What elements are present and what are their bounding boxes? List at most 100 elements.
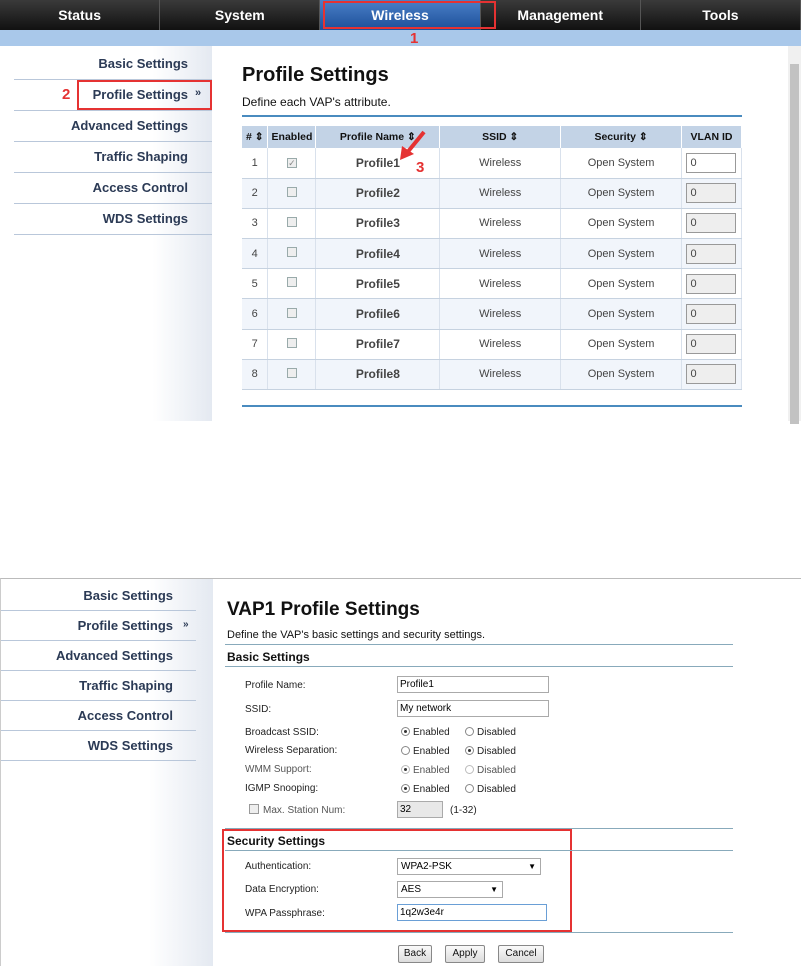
cancel-button[interactable]: Cancel bbox=[498, 945, 544, 963]
divider bbox=[242, 115, 742, 117]
table-row: 7 Profile7 Wireless Open System 0 bbox=[242, 329, 743, 360]
wpa-passphrase-input[interactable]: 1q2w3e4r bbox=[397, 904, 547, 921]
wireless-separation-enabled-radio[interactable]: Enabled bbox=[401, 746, 450, 757]
vlan-id-input[interactable]: 0 bbox=[686, 183, 737, 204]
column-header-number[interactable]: # ⇕ bbox=[242, 126, 269, 148]
security-settings-title: Security Settings bbox=[227, 834, 326, 848]
max-station-checkbox[interactable] bbox=[249, 804, 259, 814]
profile-name-link[interactable]: Profile6 bbox=[315, 298, 441, 330]
row-number: 8 bbox=[242, 359, 269, 391]
divider bbox=[1, 640, 196, 641]
back-button[interactable]: Back bbox=[398, 945, 432, 963]
enabled-checkbox[interactable] bbox=[267, 329, 317, 360]
profile-name-link[interactable]: Profile2 bbox=[315, 178, 441, 209]
profile-name-link[interactable]: Profile4 bbox=[315, 238, 441, 270]
vlan-id-input[interactable]: 0 bbox=[686, 152, 737, 173]
security-cell: Open System bbox=[560, 359, 682, 391]
vlan-id-input[interactable]: 0 bbox=[686, 243, 737, 264]
igmp-disabled-radio[interactable]: Disabled bbox=[465, 784, 516, 795]
igmp-enabled-radio[interactable]: Enabled bbox=[401, 784, 450, 795]
security-cell: Open System bbox=[560, 268, 682, 300]
profile-settings-screenshot: Status System Wireless Management Tools … bbox=[0, 0, 801, 424]
column-header-security[interactable]: Security ⇕ bbox=[560, 126, 682, 148]
igmp-snooping-label: IGMP Snooping: bbox=[245, 783, 319, 794]
column-header-vlan-id: VLAN ID bbox=[681, 126, 743, 148]
enabled-checkbox[interactable] bbox=[267, 268, 317, 300]
sidebar-item-advanced-settings[interactable]: Advanced Settings bbox=[71, 118, 188, 133]
authentication-label: Authentication: bbox=[245, 861, 312, 872]
column-header-ssid[interactable]: SSID ⇕ bbox=[439, 126, 562, 148]
wireless-separation-disabled-radio[interactable]: Disabled bbox=[465, 746, 516, 757]
divider bbox=[1, 670, 196, 671]
enabled-checkbox[interactable]: ✓ bbox=[267, 148, 317, 179]
enabled-checkbox[interactable] bbox=[267, 359, 317, 391]
divider bbox=[225, 644, 733, 645]
active-marker-icon: » bbox=[183, 619, 189, 630]
wmm-disabled-radio[interactable]: Disabled bbox=[465, 765, 516, 776]
table-row: 1 ✓ Profile1 Wireless Open System 0 bbox=[242, 148, 743, 179]
nav-status[interactable]: Status bbox=[0, 0, 161, 30]
column-header-enabled: Enabled bbox=[267, 126, 317, 148]
sidebar-item-traffic-shaping[interactable]: Traffic Shaping bbox=[94, 149, 188, 164]
authentication-select[interactable]: WPA2-PSK ▼ bbox=[397, 858, 541, 875]
row-number: 2 bbox=[242, 178, 269, 209]
sidebar-item-profile-settings[interactable]: Profile Settings bbox=[78, 618, 173, 633]
broadcast-ssid-disabled-radio[interactable]: Disabled bbox=[465, 727, 516, 738]
nav-tools[interactable]: Tools bbox=[641, 0, 801, 30]
max-station-range: (1-32) bbox=[450, 805, 477, 816]
sidebar-item-access-control[interactable]: Access Control bbox=[93, 180, 188, 195]
page-title: VAP1 Profile Settings bbox=[227, 599, 420, 620]
divider bbox=[14, 234, 212, 235]
ssid-cell: Wireless bbox=[439, 359, 562, 391]
scrollbar[interactable] bbox=[788, 46, 801, 424]
sidebar-item-basic-settings[interactable]: Basic Settings bbox=[98, 56, 188, 71]
row-number: 7 bbox=[242, 329, 269, 360]
root: Status System Wireless Management Tools … bbox=[0, 0, 801, 966]
basic-settings-title: Basic Settings bbox=[227, 650, 310, 664]
vlan-id-input[interactable]: 0 bbox=[686, 213, 737, 234]
profile-name-link[interactable]: Profile8 bbox=[315, 359, 441, 391]
security-cell: Open System bbox=[560, 298, 682, 330]
max-station-input[interactable]: 32 bbox=[397, 801, 443, 818]
nav-management[interactable]: Management bbox=[481, 0, 641, 30]
vlan-id-input[interactable]: 0 bbox=[686, 364, 737, 385]
sidebar: Basic Settings Profile Settings Advanced… bbox=[1, 579, 213, 966]
row-number: 4 bbox=[242, 238, 269, 270]
vlan-id-input[interactable]: 0 bbox=[686, 334, 737, 355]
enabled-checkbox[interactable] bbox=[267, 178, 317, 209]
row-number: 1 bbox=[242, 148, 269, 179]
sidebar-item-advanced-settings[interactable]: Advanced Settings bbox=[56, 648, 173, 663]
ssid-input[interactable]: My network bbox=[397, 700, 549, 717]
broadcast-ssid-enabled-radio[interactable]: Enabled bbox=[401, 727, 450, 738]
vap-profile-settings-screenshot: Basic Settings Profile Settings Advanced… bbox=[0, 578, 801, 966]
divider bbox=[1, 730, 196, 731]
profiles-table: # ⇕ Enabled Profile Name ⇕ SSID ⇕ Securi… bbox=[242, 126, 743, 391]
profile-name-link[interactable]: Profile5 bbox=[315, 268, 441, 300]
enabled-checkbox[interactable] bbox=[267, 238, 317, 270]
profile-name-input[interactable]: Profile1 bbox=[397, 676, 549, 693]
divider bbox=[14, 110, 212, 111]
sidebar-item-basic-settings[interactable]: Basic Settings bbox=[83, 588, 173, 603]
table-row: 4 Profile4 Wireless Open System 0 bbox=[242, 238, 743, 270]
enabled-checkbox[interactable] bbox=[267, 298, 317, 330]
sidebar-item-wds-settings[interactable]: WDS Settings bbox=[88, 738, 173, 753]
sidebar-item-access-control[interactable]: Access Control bbox=[78, 708, 173, 723]
divider bbox=[1, 610, 196, 611]
data-encryption-select[interactable]: AES ▼ bbox=[397, 881, 503, 898]
divider bbox=[14, 203, 212, 204]
wmm-enabled-radio[interactable]: Enabled bbox=[401, 765, 450, 776]
sidebar-item-wds-settings[interactable]: WDS Settings bbox=[103, 211, 188, 226]
vlan-id-input[interactable]: 0 bbox=[686, 304, 737, 325]
callout-box-profile-settings bbox=[77, 80, 212, 110]
apply-button[interactable]: Apply bbox=[445, 945, 485, 963]
profile-name-link[interactable]: Profile7 bbox=[315, 329, 441, 360]
nav-system[interactable]: System bbox=[160, 0, 321, 30]
enabled-checkbox[interactable] bbox=[267, 208, 317, 240]
vlan-id-input[interactable]: 0 bbox=[686, 273, 737, 294]
scrollbar-thumb[interactable] bbox=[790, 64, 799, 424]
broadcast-ssid-label: Broadcast SSID: bbox=[245, 727, 319, 738]
profile-name-link[interactable]: Profile3 bbox=[315, 208, 441, 240]
ssid-cell: Wireless bbox=[439, 298, 562, 330]
vlan-id-cell: 0 bbox=[681, 208, 743, 240]
sidebar-item-traffic-shaping[interactable]: Traffic Shaping bbox=[79, 678, 173, 693]
